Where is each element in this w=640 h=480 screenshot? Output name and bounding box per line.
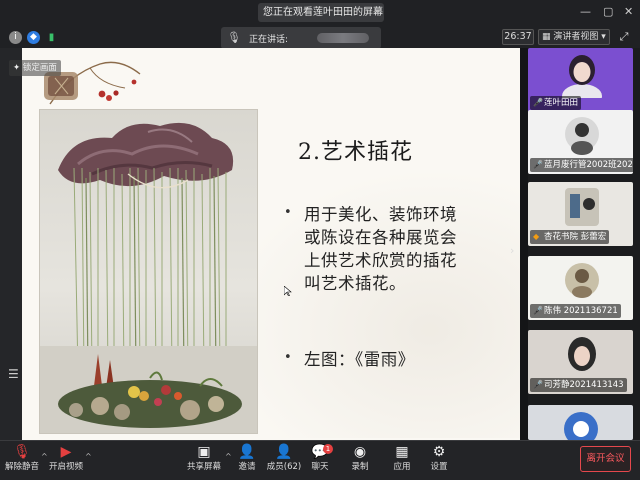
participant-tile[interactable]: 🎤 陈伟 2021136721 [528, 256, 633, 320]
app-logo-icon: ◆ [533, 232, 540, 241]
participant-name: 🎤 莲叶田田 [530, 96, 582, 110]
meeting-window: 您正在观看莲叶田田的屏幕 ▾ — ▢ ✕ i ◆ ▮ 🎙 正在讲话: 26:37… [0, 0, 640, 480]
bullet-line-2: 或陈设在各种展览会 [304, 228, 457, 247]
unmute-label: 解除静音 [4, 462, 39, 472]
video-off-icon: ▶ [60, 444, 72, 460]
participant-name-text: 杏花书院 彭蕾宏 [544, 232, 607, 242]
gear-icon: ⚙ [432, 444, 446, 460]
fullscreen-button[interactable]: ⤢ [616, 29, 632, 45]
speaking-indicator: 🎙 正在讲话: [221, 27, 381, 49]
participant-name-text: 陈伟 2021136721 [544, 306, 618, 316]
members-button[interactable]: 👤 成员(62) [264, 443, 304, 477]
participant-name: ◆ 杏花书院 彭蕾宏 [530, 230, 610, 244]
participant-avatar [568, 337, 596, 371]
grid-icon: ▦ [542, 32, 551, 42]
participant-avatar [565, 263, 599, 298]
microphone-muted-icon: 🎤 [533, 380, 543, 389]
bullet-marker: • [284, 350, 292, 365]
participant-name-text: 莲叶田田 [544, 98, 579, 108]
share-screen-icon: ▣ [197, 444, 211, 460]
maximize-button[interactable]: ▢ [603, 5, 613, 19]
record-label: 录制 [351, 462, 369, 472]
security-shield-icon[interactable]: ◆ [27, 31, 40, 44]
apps-label: 应用 [393, 462, 411, 472]
participant-tile[interactable]: 🎤 司芳静2021413143 [528, 330, 633, 394]
scroll-up-icon[interactable]: ▲ [578, 423, 585, 433]
start-video-button[interactable]: ▶ 开启视频 [46, 443, 86, 477]
settings-label: 设置 [430, 462, 448, 472]
record-button[interactable]: ◉ 录制 [340, 443, 380, 477]
chat-icon: 💬 [311, 444, 329, 460]
meeting-timer: 26:37 [502, 29, 534, 45]
mouse-cursor-icon [284, 286, 292, 296]
lock-view-button[interactable]: ✦ 锁定画面 [9, 60, 61, 76]
sharing-banner-text: 您正在观看莲叶田田的屏幕 [263, 7, 383, 18]
share-screen-button[interactable]: ▣ 共享屏幕 [184, 443, 224, 477]
left-strip [0, 48, 22, 440]
participant-name-text: 司芳静2021413143 [544, 380, 624, 390]
slide-title: 2.艺术插花 [298, 140, 413, 165]
info-icon[interactable]: i [9, 31, 22, 44]
participant-name-text: 蓝月废行管2002班20205 [544, 160, 633, 170]
chat-unread-badge: 1 [323, 444, 333, 454]
leave-meeting-button[interactable]: 离开会议 [580, 446, 631, 472]
microphone-icon: 🎤 [533, 98, 543, 107]
close-button[interactable]: ✕ [624, 5, 633, 19]
apps-button[interactable]: ▦ 应用 [382, 443, 422, 477]
participant-name: 🎤 陈伟 2021136721 [530, 304, 621, 318]
record-icon: ◉ [353, 444, 367, 460]
chat-label: 聊天 [311, 462, 329, 472]
invite-label: 邀请 [238, 462, 256, 472]
microphone-icon: 🎙 [227, 31, 241, 44]
bullet-line-3: 上供艺术欣赏的插花 [304, 251, 457, 270]
members-icon: 👤 [275, 444, 293, 460]
bullet-marker: • [284, 205, 292, 220]
participant-tile[interactable]: 🎤 蓝月废行管2002班20205 [528, 110, 633, 174]
microphone-muted-icon: 🎙 [13, 444, 31, 460]
bullet-line-4: 叫艺术插花。 [304, 274, 406, 293]
microphone-muted-icon: 🎤 [533, 160, 543, 169]
speaker-name-blurred [317, 33, 369, 43]
view-mode-label: 演讲者视图 [553, 32, 599, 42]
chat-button[interactable]: 💬 聊天 [300, 443, 340, 477]
participant-name: 🎤 蓝月废行管2002班20205 [530, 158, 633, 172]
chevron-down-icon: ▾ [601, 32, 606, 42]
participant-tile[interactable]: 🎤 莲叶田田 [528, 48, 633, 112]
microphone-muted-icon: 🎤 [533, 306, 543, 315]
apps-grid-icon: ▦ [395, 444, 409, 460]
add-user-icon: 👤 [238, 444, 256, 460]
ikebana-photo [39, 109, 258, 434]
start-video-label: 开启视频 [48, 462, 83, 472]
members-label: 成员(62) [266, 462, 302, 472]
participant-name: 🎤 司芳静2021413143 [530, 378, 627, 392]
participant-avatar [565, 117, 599, 155]
list-icon[interactable]: ☰ [8, 367, 19, 381]
flower-arrangement-base [40, 346, 257, 433]
participant-tile[interactable]: ◆ 杏花书院 彭蕾宏 [528, 182, 633, 246]
screen-sharing-banner[interactable]: 您正在观看莲叶田田的屏幕 ▾ [258, 3, 384, 22]
unmute-button[interactable]: 🎙 解除静音 [2, 443, 42, 477]
gallery-divider [520, 48, 528, 440]
invite-button[interactable]: 👤 邀请 [227, 443, 267, 477]
chevron-down-icon[interactable]: ▾ [375, 3, 380, 22]
shared-slide: 2.艺术插花 • 用于美化、装饰环境 或陈设在各种展览会 上供艺术欣赏的插花 叫… [22, 48, 520, 440]
lock-view-label: 锁定画面 [22, 63, 57, 73]
bullet-caption: 左图：《雷雨》 [304, 350, 415, 369]
signal-icon[interactable]: ▮ [45, 31, 58, 44]
participant-avatar [565, 188, 599, 226]
chevron-right-icon[interactable]: › [510, 244, 514, 257]
bullet-line-1: 用于美化、装饰环境 [304, 205, 457, 224]
participant-video [562, 55, 602, 98]
share-screen-label: 共享屏幕 [186, 462, 221, 472]
speaking-label: 正在讲话: [249, 35, 289, 45]
view-mode-button[interactable]: ▦ 演讲者视图 ▾ [538, 29, 610, 45]
settings-button[interactable]: ⚙ 设置 [419, 443, 459, 477]
pin-icon: ✦ [13, 63, 21, 73]
minimize-button[interactable]: — [580, 5, 591, 19]
video-options-caret[interactable]: ^ [85, 452, 92, 461]
